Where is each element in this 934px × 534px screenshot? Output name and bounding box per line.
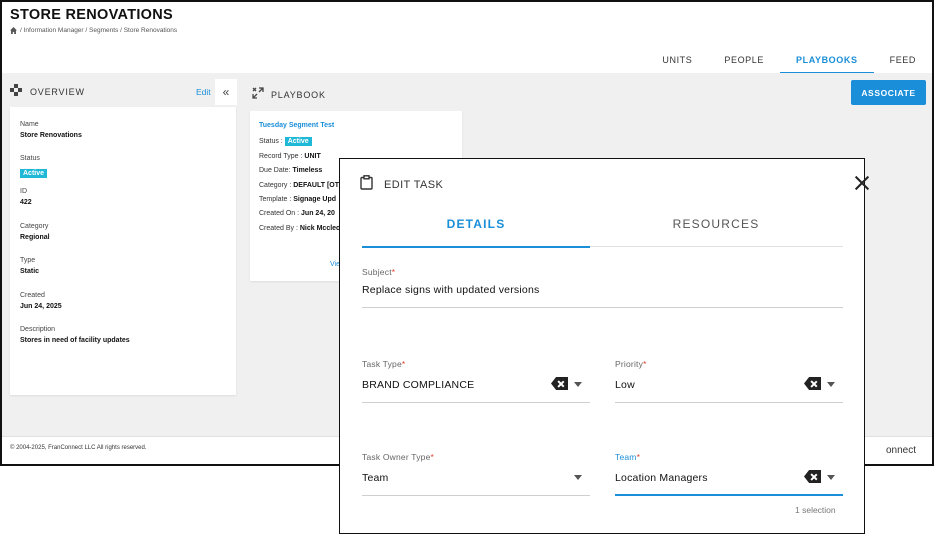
playbook-row: Template : Signage Upd	[259, 196, 336, 203]
overview-edit-link[interactable]: Edit	[196, 87, 211, 97]
row-label: Created On :	[259, 210, 300, 217]
overview-field-id: ID 422	[20, 188, 32, 206]
field-value: Static	[20, 268, 40, 275]
tab-details[interactable]: DETAILS	[362, 217, 590, 248]
overview-field-status: Status Active	[20, 155, 48, 180]
tab-playbooks[interactable]: PLAYBOOKS	[780, 52, 874, 74]
tab-people[interactable]: PEOPLE	[708, 52, 780, 74]
home-icon[interactable]	[10, 27, 17, 34]
tab-resources[interactable]: RESOURCES	[602, 217, 830, 247]
priority-label: Priority*	[615, 359, 647, 369]
row-value: DEFAULT [OT	[293, 182, 340, 189]
priority-field: Priority* Low	[615, 359, 843, 403]
close-icon[interactable]	[853, 174, 871, 192]
tab-units[interactable]: UNITS	[646, 52, 708, 74]
task-owner-type-select[interactable]: Team	[362, 472, 590, 496]
field-label: Type	[20, 257, 36, 264]
row-value: UNIT	[304, 153, 321, 160]
playbook-header: PLAYBOOK	[252, 86, 326, 104]
overview-title: OVERVIEW	[30, 87, 85, 97]
clipboard-icon	[360, 175, 373, 195]
field-value: Regional	[20, 234, 50, 241]
priority-select[interactable]: Low	[615, 377, 843, 403]
row-label: Due Date:	[259, 167, 291, 174]
priority-value: Low	[615, 379, 635, 391]
team-value: Location Managers	[615, 472, 708, 484]
clear-icon[interactable]	[804, 377, 821, 390]
playbook-title: PLAYBOOK	[271, 90, 326, 100]
row-value: Nick Mcclec	[299, 225, 340, 232]
row-value: Jun 24, 20	[301, 210, 335, 217]
field-value: Jun 24, 2025	[20, 303, 62, 310]
task-type-field: Task Type* BRAND COMPLIANCE	[362, 359, 590, 403]
caret-down-icon[interactable]	[827, 475, 835, 480]
row-label: Status :	[259, 138, 283, 145]
overview-icon	[10, 83, 22, 101]
breadcrumb-path[interactable]: / Information Manager / Segments / Store…	[20, 27, 177, 34]
collapse-panel-button[interactable]: «	[215, 79, 237, 105]
playbook-row: Record Type : UNIT	[259, 153, 321, 160]
breadcrumb: / Information Manager / Segments / Store…	[10, 27, 177, 34]
row-label: Category :	[259, 182, 292, 189]
overview-field-description: Description Stores in need of facility u…	[20, 326, 130, 344]
overview-field-category: Category Regional	[20, 223, 50, 241]
field-label: ID	[20, 188, 27, 195]
task-type-select[interactable]: BRAND COMPLIANCE	[362, 377, 590, 403]
task-owner-type-label: Task Owner Type*	[362, 452, 435, 462]
subject-label: Subject*	[362, 267, 396, 277]
field-value: Store Renovations	[20, 132, 82, 139]
clear-icon[interactable]	[551, 377, 568, 390]
playbook-row: Created By : Nick Mcclec	[259, 225, 340, 232]
playbook-name-link[interactable]: Tuesday Segment Test	[259, 122, 334, 129]
status-badge: Active	[284, 137, 312, 146]
field-label: Description	[20, 326, 56, 333]
playbook-icon	[252, 86, 264, 104]
edit-task-modal: EDIT TASK DETAILS RESOURCES Subject* Rep…	[339, 158, 865, 534]
field-value: 422	[20, 199, 32, 206]
page-title: STORE RENOVATIONS	[10, 7, 174, 23]
task-type-label: Task Type*	[362, 359, 406, 369]
field-value: Stores in need of facility updates	[20, 337, 130, 344]
field-label: Created	[20, 292, 45, 299]
field-label: Status	[20, 155, 40, 162]
task-owner-type-field: Task Owner Type* Team	[362, 452, 590, 496]
task-type-value: BRAND COMPLIANCE	[362, 379, 475, 391]
team-label: Team*	[615, 452, 641, 462]
overview-card: Name Store Renovations Status Active ID …	[10, 107, 236, 395]
field-label: Name	[20, 121, 39, 128]
row-value: Timeless	[292, 167, 323, 174]
playbook-row: Created On : Jun 24, 20	[259, 210, 335, 217]
row-value: Signage Upd	[293, 196, 337, 203]
associate-button[interactable]: ASSOCIATE	[851, 80, 926, 105]
subject-input[interactable]: Replace signs with updated versions	[362, 284, 843, 308]
caret-down-icon[interactable]	[574, 475, 582, 480]
playbook-row: Due Date: Timeless	[259, 167, 322, 174]
overview-field-type: Type Static	[20, 257, 39, 275]
footer-brand: onnect	[886, 445, 917, 456]
selection-count: 1 selection	[795, 505, 836, 515]
main-tabs: UNITS PEOPLE PLAYBOOKS FEED	[646, 52, 932, 74]
team-field: Team* Location Managers	[615, 452, 843, 496]
caret-down-icon[interactable]	[574, 382, 582, 387]
modal-title: EDIT TASK	[384, 179, 444, 191]
modal-header: EDIT TASK	[360, 175, 443, 195]
playbook-row: Category : DEFAULT [OT	[259, 182, 339, 189]
row-label: Record Type :	[259, 153, 303, 160]
modal-tabs: DETAILS RESOURCES	[362, 211, 843, 248]
task-owner-type-value: Team	[362, 472, 389, 484]
clear-icon[interactable]	[804, 470, 821, 483]
row-label: Created By :	[259, 225, 298, 232]
team-select[interactable]: Location Managers	[615, 470, 843, 496]
overview-header: OVERVIEW	[10, 83, 85, 101]
tab-feed[interactable]: FEED	[874, 52, 932, 74]
playbook-status-row: Status : Active	[259, 137, 312, 146]
copyright-text: © 2004-2025, FranConnect LLC All rights …	[10, 445, 147, 451]
caret-down-icon[interactable]	[827, 382, 835, 387]
status-badge: Active	[20, 169, 48, 178]
overview-field-name: Name Store Renovations	[20, 121, 82, 139]
row-label: Template :	[259, 196, 292, 203]
subject-field: Subject* Replace signs with updated vers…	[362, 267, 843, 308]
field-label: Category	[20, 223, 49, 230]
overview-field-created: Created Jun 24, 2025	[20, 292, 62, 310]
